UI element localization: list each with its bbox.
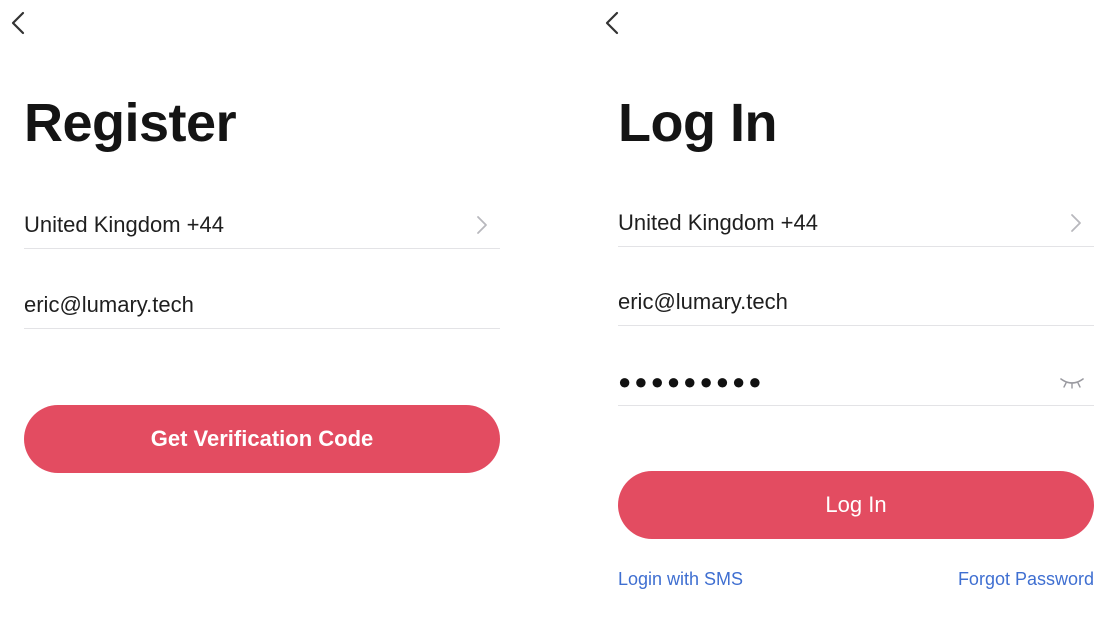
country-value: United Kingdom +44 [618, 210, 818, 235]
password-value: ●●●●●●●●● [618, 369, 765, 394]
login-screen: Log In United Kingdom +44 eric@lumary.te… [594, 0, 1094, 618]
back-button[interactable] [4, 6, 32, 40]
back-button[interactable] [598, 6, 626, 40]
login-button[interactable]: Log In [618, 471, 1094, 539]
login-with-sms-link[interactable]: Login with SMS [618, 569, 743, 590]
get-verification-code-button[interactable]: Get Verification Code [24, 405, 500, 473]
chevron-left-icon [11, 11, 25, 35]
chevron-right-icon [1071, 214, 1081, 232]
chevron-left-icon [605, 11, 619, 35]
country-selector[interactable]: United Kingdom +44 [618, 200, 1094, 247]
email-field[interactable]: eric@lumary.tech [618, 279, 1094, 326]
email-field[interactable]: eric@lumary.tech [24, 282, 500, 329]
button-label: Get Verification Code [150, 426, 374, 451]
country-selector[interactable]: United Kingdom +44 [24, 202, 500, 249]
email-value: eric@lumary.tech [618, 289, 788, 314]
register-screen: Register United Kingdom +44 eric@lumary.… [0, 0, 500, 618]
eye-closed-icon[interactable] [1058, 375, 1086, 389]
page-title: Log In [618, 93, 777, 153]
email-value: eric@lumary.tech [24, 292, 194, 317]
forgot-password-link[interactable]: Forgot Password [958, 569, 1094, 590]
password-field[interactable]: ●●●●●●●●● [618, 359, 1094, 406]
page-title: Register [24, 93, 237, 153]
country-value: United Kingdom +44 [24, 212, 224, 237]
chevron-right-icon [477, 216, 487, 234]
button-label: Log In [825, 492, 887, 517]
